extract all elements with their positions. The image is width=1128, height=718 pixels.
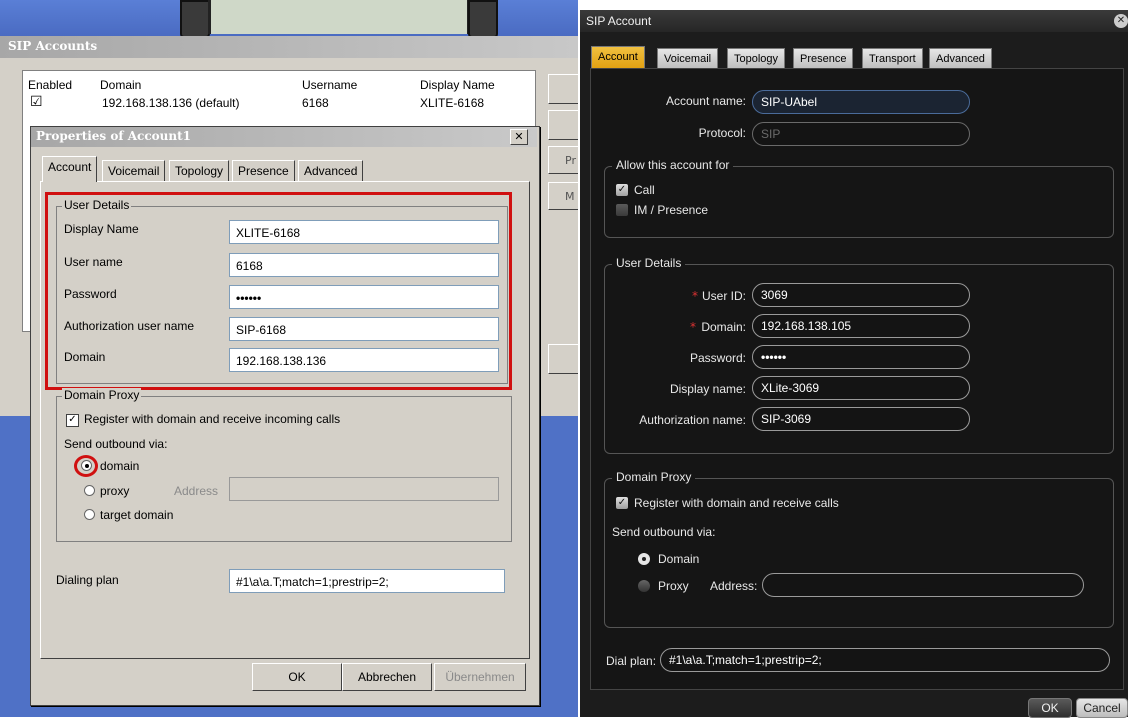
tab-advanced[interactable]: Advanced: [298, 160, 364, 181]
radio-target-domain-label: target domain: [100, 508, 174, 522]
protocol-input[interactable]: SIP: [752, 122, 970, 146]
tab-account[interactable]: Account: [42, 156, 98, 182]
account-name-input[interactable]: SIP-UAbel: [752, 90, 970, 114]
radio-domain-label: Domain: [658, 552, 700, 566]
im-presence-label: IM / Presence: [634, 203, 709, 217]
dialing-plan-input[interactable]: #1\a\a.T;match=1;prestrip=2;: [229, 569, 505, 593]
phone-bezel-left: [180, 0, 210, 38]
authorization-name-input[interactable]: SIP-3069: [752, 407, 970, 431]
apply-button[interactable]: Übernehmen: [434, 663, 526, 691]
tab-voicemail[interactable]: Voicemail: [102, 160, 166, 181]
domain-input[interactable]: 192.168.138.105: [752, 314, 970, 338]
im-presence-checkbox[interactable]: ✓: [616, 204, 628, 216]
column-enabled[interactable]: Enabled: [28, 78, 72, 92]
domain-proxy-legend: Domain Proxy: [612, 470, 696, 484]
tab-account[interactable]: Account: [591, 46, 645, 69]
radio-proxy-label: proxy: [100, 484, 130, 498]
column-username[interactable]: Username: [302, 78, 357, 92]
address-input[interactable]: [229, 477, 499, 501]
display-name-input[interactable]: XLite-3069: [752, 376, 970, 400]
send-via-label: Send outbound via:: [612, 525, 716, 539]
radio-target-domain[interactable]: [84, 509, 95, 520]
cancel-button[interactable]: Cancel: [1076, 698, 1128, 718]
user-details-legend: User Details: [612, 256, 686, 270]
tab-presence[interactable]: Presence: [793, 48, 854, 69]
register-label: Register with domain and receive incomin…: [84, 412, 341, 426]
tab-topology[interactable]: Topology: [727, 48, 786, 69]
protocol-label: Protocol:: [698, 126, 746, 140]
call-checkbox[interactable]: ✓: [616, 184, 628, 196]
enabled-checkbox[interactable]: ☑: [30, 93, 43, 110]
domain-proxy-legend: Domain Proxy: [62, 388, 142, 402]
register-checkbox[interactable]: ✓: [66, 414, 79, 427]
radio-domain-label: domain: [100, 459, 140, 473]
row-username[interactable]: 6168: [302, 96, 329, 110]
address-input[interactable]: [762, 573, 1084, 597]
dialing-plan-label: Dialing plan: [56, 573, 119, 587]
ok-button[interactable]: OK: [252, 663, 342, 691]
sip-account-title: SIP Account: [586, 14, 652, 28]
phone-bezel-right: [468, 0, 498, 38]
sip-account-titlebar: [580, 10, 1128, 32]
radio-proxy-label: Proxy: [658, 579, 689, 593]
tab-transport[interactable]: Transport: [862, 48, 923, 69]
column-display-name[interactable]: Display Name: [420, 78, 495, 92]
highlight-annotation-box: [45, 192, 512, 390]
ok-button[interactable]: OK: [1028, 698, 1072, 718]
allow-account-group: [604, 166, 1114, 238]
tab-voicemail[interactable]: Voicemail: [657, 48, 719, 69]
domain-label: Domain:: [701, 320, 746, 334]
user-id-input[interactable]: 3069: [752, 283, 970, 307]
tab-presence[interactable]: Presence: [232, 160, 295, 181]
properties-title: Properties of Account1: [36, 129, 191, 143]
radio-domain[interactable]: [638, 553, 650, 565]
radio-proxy[interactable]: [84, 485, 95, 496]
row-domain[interactable]: 192.168.138.136 (default): [102, 96, 239, 110]
user-id-label: User ID:: [701, 289, 746, 303]
close-icon[interactable]: ✕: [1114, 14, 1128, 28]
radio-highlight-annotation: [74, 455, 98, 477]
row-display-name[interactable]: XLITE-6168: [420, 96, 484, 110]
sip-accounts-title: SIP Accounts: [8, 39, 98, 53]
address-label: Address: [174, 484, 219, 498]
register-checkbox[interactable]: ✓: [616, 497, 628, 509]
cancel-button[interactable]: Abbrechen: [342, 663, 432, 691]
password-label: Password:: [689, 351, 746, 365]
dial-plan-input[interactable]: #1\a\a.T;match=1;prestrip=2;: [660, 648, 1110, 672]
phone-screen: [208, 0, 470, 34]
dial-plan-label: Dial plan:: [606, 654, 657, 668]
tab-topology[interactable]: Topology: [169, 160, 230, 181]
allow-account-legend: Allow this account for: [612, 158, 734, 172]
tab-advanced[interactable]: Advanced: [929, 48, 992, 69]
send-via-label: Send outbound via:: [64, 437, 168, 451]
account-name-label: Account name:: [665, 94, 746, 108]
close-icon[interactable]: ✕: [510, 129, 528, 145]
address-label: Address:: [710, 579, 758, 593]
authorization-name-label: Authorization name:: [639, 413, 746, 427]
display-name-label: Display name:: [669, 382, 746, 396]
register-label: Register with domain and receive calls: [634, 496, 839, 510]
column-domain[interactable]: Domain: [100, 78, 141, 92]
radio-proxy[interactable]: [638, 580, 650, 592]
password-input[interactable]: ••••••: [752, 345, 970, 369]
call-label: Call: [634, 183, 655, 197]
